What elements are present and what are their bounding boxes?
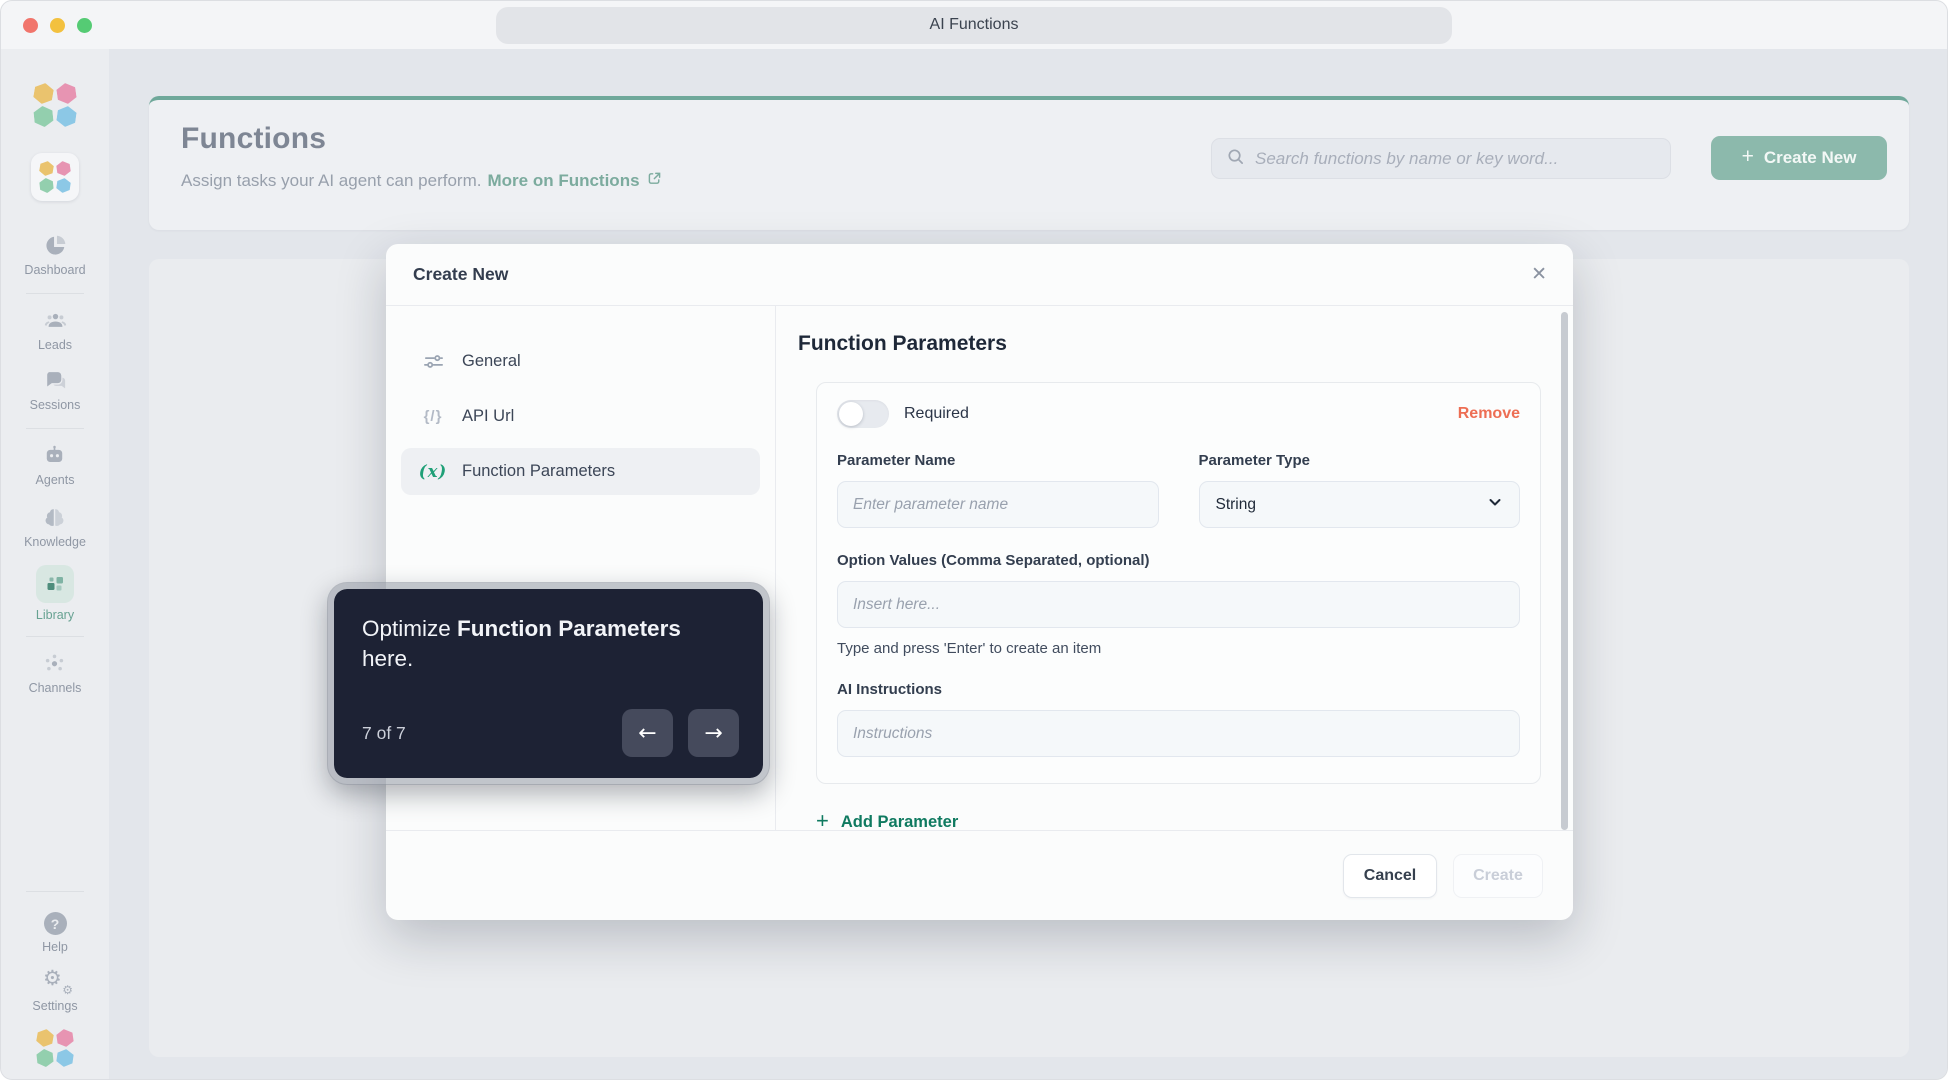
arrow-right-icon: → — [704, 720, 723, 746]
window-title: AI Functions — [929, 16, 1019, 33]
tour-tooltip: Optimize Function Parameters here. 7 of … — [327, 582, 770, 785]
create-new-button[interactable]: + Create New — [1711, 136, 1887, 180]
parameter-type-value: String — [1215, 495, 1257, 513]
option-values-helper: Type and press 'Enter' to create an item — [837, 640, 1102, 657]
sidebar-item-label: Help — [42, 940, 68, 954]
sidebar-item-sessions[interactable]: Sessions — [29, 368, 81, 412]
sidebar-item-label: Sessions — [29, 398, 81, 412]
modal-panel: Function Parameters Required Remove Para… — [776, 306, 1573, 833]
sidebar-divider — [26, 293, 84, 294]
option-values-input[interactable] — [837, 581, 1520, 628]
modal-header: Create New ✕ — [386, 244, 1573, 306]
section-title: Function Parameters — [798, 332, 1007, 355]
sidebar-item-library[interactable]: Library — [36, 565, 74, 622]
add-parameter-button[interactable]: + Add Parameter — [816, 808, 958, 834]
robot-icon — [42, 443, 67, 468]
grid-squares-icon — [36, 565, 74, 603]
modal-nav-label: General — [462, 352, 521, 370]
modal-nav-function-parameters[interactable]: (x) Function Parameters — [401, 448, 760, 495]
sliders-icon — [420, 350, 446, 373]
sidebar-item-channels[interactable]: Channels — [28, 651, 82, 695]
tour-back-button[interactable]: ← — [622, 709, 673, 757]
sidebar-item-label: Knowledge — [24, 535, 86, 549]
sidebar-item-settings[interactable]: ⚙ ⚙ Settings — [32, 968, 77, 1013]
minimize-window-button[interactable] — [50, 17, 65, 33]
modal-title: Create New — [413, 264, 509, 284]
workspace-tile[interactable] — [31, 153, 79, 201]
parameter-type-select[interactable]: String — [1198, 481, 1520, 528]
sidebar-divider — [26, 636, 84, 637]
window-title-pill: AI Functions — [496, 6, 1452, 44]
pie-chart-icon — [43, 233, 68, 258]
modal-footer: Cancel Create — [386, 830, 1573, 920]
sidebar-item-label: Dashboard — [24, 263, 86, 277]
sidebar-item-label: Channels — [28, 681, 82, 695]
sidebar: Dashboard Leads Sessions Agents Knowledg… — [1, 49, 109, 1079]
arrow-left-icon: ← — [638, 720, 657, 746]
modal-nav-api-url[interactable]: {/} API Url — [401, 393, 760, 440]
chat-bubbles-icon — [42, 368, 67, 393]
function-x-icon: (x) — [418, 462, 448, 481]
modal-scrollbar[interactable] — [1561, 312, 1568, 830]
modal-nav-label: API Url — [462, 407, 515, 425]
brand-logo-small — [39, 161, 71, 193]
code-braces-icon: {/} — [423, 408, 443, 425]
sidebar-item-knowledge[interactable]: Knowledge — [24, 505, 86, 549]
required-label: Required — [904, 405, 969, 422]
plus-icon: + — [1741, 145, 1754, 168]
brain-icon — [42, 505, 67, 530]
modal-nav-general[interactable]: General — [401, 338, 760, 385]
people-icon — [43, 308, 68, 333]
plus-icon: + — [816, 808, 829, 833]
close-icon[interactable]: ✕ — [1531, 265, 1547, 284]
ai-instructions-label: AI Instructions — [837, 681, 943, 698]
brand-logo-bottom — [36, 1029, 74, 1067]
parameter-type-label: Parameter Type — [1198, 452, 1310, 469]
required-toggle[interactable] — [837, 400, 889, 428]
window-controls — [23, 1, 92, 49]
tour-text: Optimize Function Parameters here. — [362, 616, 681, 672]
zoom-window-button[interactable] — [77, 17, 92, 33]
search-icon — [1226, 147, 1245, 171]
cancel-button[interactable]: Cancel — [1343, 853, 1437, 898]
brand-logo — [33, 83, 77, 127]
sidebar-item-label: Library — [35, 608, 75, 622]
search-input[interactable] — [1255, 148, 1656, 169]
sidebar-divider — [26, 891, 84, 892]
sidebar-item-label: Leads — [37, 338, 73, 352]
sidebar-item-leads[interactable]: Leads — [38, 308, 72, 352]
create-button[interactable]: Create — [1453, 853, 1543, 898]
titlebar: AI Functions — [1, 1, 1947, 49]
option-values-label: Option Values (Comma Separated, optional… — [837, 552, 1150, 569]
modal-nav-label: Function Parameters — [462, 462, 616, 480]
tour-next-button[interactable]: → — [688, 709, 739, 757]
chevron-down-icon — [1487, 494, 1503, 515]
sidebar-item-help[interactable]: ? Help — [42, 912, 68, 954]
more-on-functions-link[interactable]: More on Functions — [487, 170, 662, 192]
gears-icon: ⚙ ⚙ — [42, 967, 73, 997]
parameter-name-input[interactable] — [837, 481, 1159, 528]
app-window: AI Functions Dashboard Leads Sessions Ag… — [0, 0, 1948, 1080]
sidebar-item-label: Settings — [32, 999, 78, 1013]
tour-step-counter: 7 of 7 — [362, 722, 406, 743]
close-window-button[interactable] — [23, 17, 38, 33]
remove-parameter-button[interactable]: Remove — [1458, 405, 1520, 423]
external-link-icon — [646, 170, 663, 192]
sidebar-item-label: Agents — [35, 473, 75, 487]
parameter-name-label: Parameter Name — [837, 452, 956, 469]
sidebar-item-agents[interactable]: Agents — [35, 443, 75, 487]
sidebar-item-dashboard[interactable]: Dashboard — [24, 233, 86, 277]
ai-instructions-input[interactable] — [837, 710, 1520, 757]
search-field — [1211, 138, 1671, 179]
question-circle-icon: ? — [43, 912, 67, 935]
parameter-card: Required Remove Parameter Name Parameter… — [816, 382, 1541, 784]
network-icon — [42, 651, 67, 676]
functions-header-card: Functions Assign tasks your AI agent can… — [149, 96, 1909, 230]
sidebar-divider — [26, 428, 84, 429]
page-subtitle: Assign tasks your AI agent can perform. — [181, 171, 482, 190]
